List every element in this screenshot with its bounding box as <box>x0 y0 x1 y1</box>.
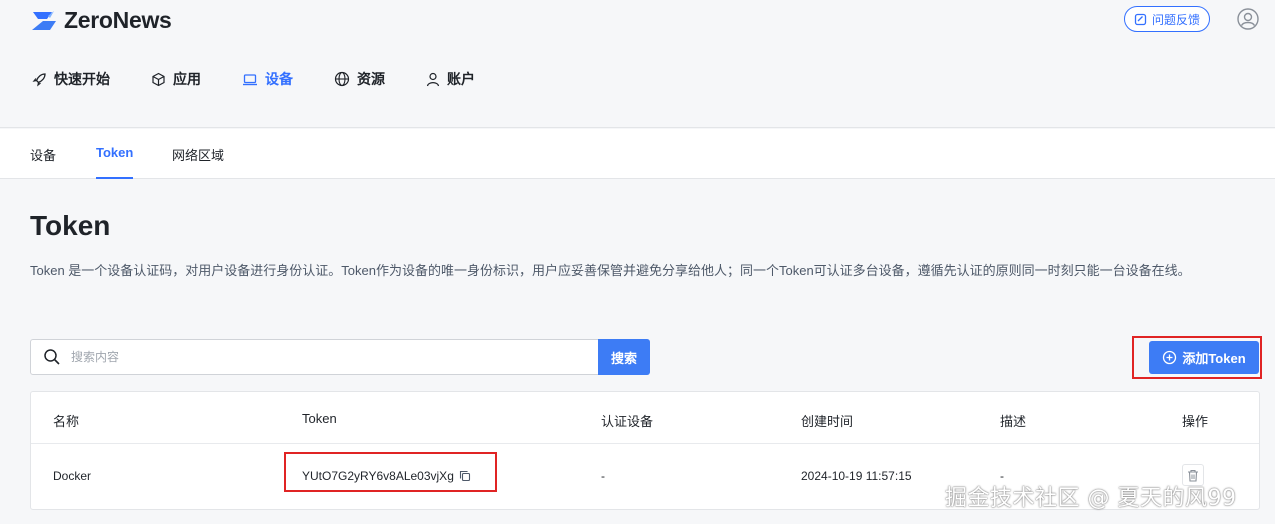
column-header: Token <box>302 411 337 426</box>
laptop-icon <box>243 73 257 85</box>
highlight-box-token <box>284 452 497 492</box>
nav-label: 设备 <box>265 71 293 87</box>
add-token-label: 添加Token <box>1182 351 1246 366</box>
column-header: 描述 <box>1000 414 1027 429</box>
top-header: ZeroNews 问题反馈 快速开始 应用 设备 资源 账户 <box>0 0 1275 128</box>
nav-item-devices[interactable]: 设备 <box>242 68 293 90</box>
cube-icon <box>152 72 165 86</box>
feedback-label: 问题反馈 <box>1151 12 1200 27</box>
nav-item-account[interactable]: 账户 <box>426 68 475 90</box>
nav-label: 账户 <box>447 71 475 87</box>
feedback-icon <box>1134 13 1147 25</box>
nav-item-apps[interactable]: 应用 <box>151 68 201 90</box>
avatar-icon[interactable] <box>1237 8 1259 30</box>
search-icon <box>44 349 60 365</box>
search-input[interactable] <box>71 346 591 368</box>
column-header: 操作 <box>1182 414 1209 429</box>
rocket-icon <box>32 72 46 86</box>
plus-circle-icon <box>1163 350 1177 365</box>
watermark: 掘金技术社区 @ 夏天的风99 <box>945 486 1237 511</box>
cell-name: Docker <box>53 469 92 483</box>
feedback-button[interactable]: 问题反馈 <box>1124 6 1210 32</box>
tab-token[interactable]: Token <box>96 145 134 179</box>
nav-label: 快速开始 <box>54 71 110 87</box>
nav-item-resources[interactable]: 资源 <box>334 68 385 90</box>
nav-label: 资源 <box>357 71 385 87</box>
search-button[interactable]: 搜索 <box>598 339 650 375</box>
page-description: Token 是一个设备认证码，对用户设备进行身份认证。Token作为设备的唯一身… <box>30 263 1191 278</box>
search-bar: 搜索 <box>30 339 650 375</box>
logo[interactable]: ZeroNews <box>30 7 172 34</box>
cell-created: 2024-10-19 11:57:15 <box>801 469 912 483</box>
column-header: 名称 <box>53 414 80 429</box>
logo-text: ZeroNews <box>64 7 172 33</box>
user-icon <box>426 72 440 86</box>
main-nav: 快速开始 应用 设备 资源 账户 <box>32 68 475 90</box>
nav-item-quickstart[interactable]: 快速开始 <box>32 68 110 90</box>
add-token-button[interactable]: 添加Token <box>1149 341 1259 374</box>
table-divider <box>31 443 1259 444</box>
tab-devices[interactable]: 设备 <box>30 145 56 179</box>
column-header: 创建时间 <box>801 414 854 429</box>
sub-tabs: 设备 Token 网络区域 <box>0 129 1275 179</box>
zeronews-logo-icon <box>32 10 56 30</box>
nav-label: 应用 <box>173 71 201 87</box>
page-title: Token <box>30 210 111 241</box>
tab-network-zone[interactable]: 网络区域 <box>172 145 224 179</box>
cell-device: - <box>601 469 605 483</box>
column-header: 认证设备 <box>601 414 654 429</box>
globe-icon <box>334 71 350 87</box>
